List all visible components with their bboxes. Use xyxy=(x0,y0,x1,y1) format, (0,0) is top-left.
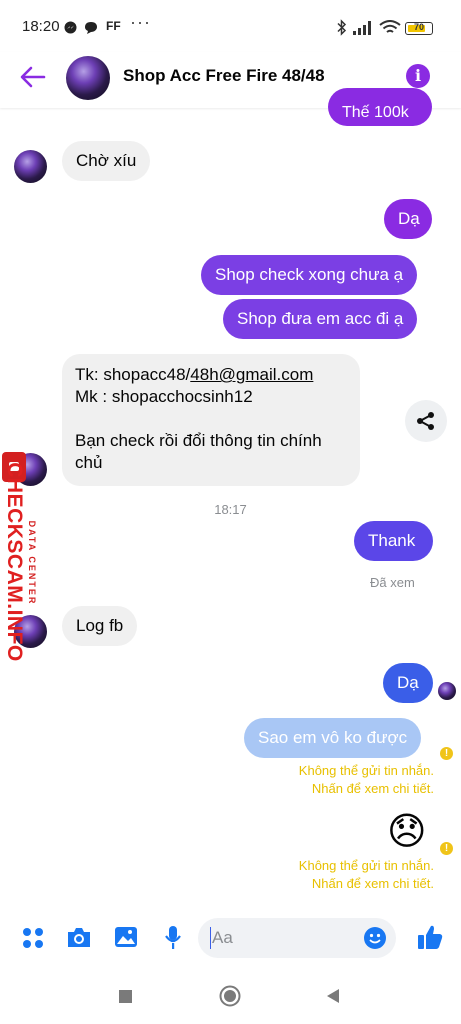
thumbs-up-icon[interactable] xyxy=(416,923,444,951)
message-bubble[interactable]: Log fb xyxy=(62,606,138,646)
message-bubble[interactable]: Chờ xíu xyxy=(62,141,151,181)
share-icon xyxy=(417,412,434,430)
signal-icon xyxy=(353,21,371,35)
text-caret xyxy=(210,927,211,949)
message-bubble[interactable]: Dạ xyxy=(383,663,433,703)
message-bubble[interactable]: Thank xyxy=(354,521,433,561)
message-line: Bạn check rồi đổi thông tin chính xyxy=(75,431,322,450)
microphone-icon[interactable] xyxy=(164,925,182,951)
status-more: ··· xyxy=(130,12,151,32)
password-text: Mk : shopacchocsinh12 xyxy=(75,387,253,406)
contact-avatar[interactable] xyxy=(66,56,110,100)
message-bubble[interactable]: Shop đưa em acc đi ạ xyxy=(223,299,418,339)
email-link[interactable]: 48h@gmail.com xyxy=(190,365,313,384)
wifi-icon xyxy=(379,20,401,33)
watermark-subtitle: DATA CENTER xyxy=(27,520,37,606)
status-time: 18:20 xyxy=(22,18,60,35)
back-button[interactable] xyxy=(325,988,341,1004)
warning-icon[interactable]: ! xyxy=(440,747,453,760)
message-bubble-multiline[interactable]: Tk: shopacc48/48h@gmail.com Mk : shopacc… xyxy=(62,354,360,486)
info-icon[interactable]: i xyxy=(406,64,430,88)
camera-icon[interactable] xyxy=(66,926,92,948)
chat-title[interactable]: Shop Acc Free Fire 48/48 xyxy=(123,66,325,86)
back-arrow-icon[interactable] xyxy=(20,66,46,88)
send-failed-notice[interactable]: Không thể gửi tin nhắn. Nhấn để xem chi … xyxy=(270,762,434,798)
battery-icon: 70 xyxy=(405,22,433,35)
messenger-icon xyxy=(64,21,77,34)
message-bubble[interactable]: Shop check xong chưa ạ xyxy=(201,255,418,295)
message-bubble[interactable]: Thế 100k xyxy=(328,88,432,126)
message-input[interactable]: Aa xyxy=(198,918,396,958)
read-receipt-avatar xyxy=(438,682,456,700)
watermark: DATA CENTER CHECKSCAM.INFO xyxy=(2,450,46,670)
message-input-placeholder: Aa xyxy=(212,928,233,947)
emoji-message[interactable]: 😞 xyxy=(387,810,427,854)
status-ff: FF xyxy=(106,19,121,33)
tap-details-text: Nhấn để xem chi tiết. xyxy=(311,876,434,891)
gallery-icon[interactable] xyxy=(114,926,138,948)
battery-percent: 70 xyxy=(413,22,424,32)
emoji-icon[interactable] xyxy=(364,927,386,949)
bluetooth-icon xyxy=(337,19,347,36)
warning-icon[interactable]: ! xyxy=(440,842,453,855)
status-bar: 18:20 FF ··· 70 xyxy=(0,0,461,52)
send-failed-text: Không thể gửi tin nhắn. xyxy=(298,858,434,873)
watermark-title: CHECKSCAM.INFO xyxy=(3,462,26,662)
send-failed-notice[interactable]: Không thể gửi tin nhắn. Nhấn để xem chi … xyxy=(270,857,434,893)
recents-button[interactable] xyxy=(119,990,132,1003)
account-text: Tk: shopacc48/ xyxy=(75,365,191,384)
chat-bubble-icon xyxy=(85,22,97,34)
message-line: Tk: shopacc48/48h@gmail.com xyxy=(75,364,347,386)
apps-grid-icon[interactable] xyxy=(22,927,44,949)
share-button[interactable] xyxy=(405,400,447,442)
system-nav-bar xyxy=(0,968,461,1024)
home-button[interactable] xyxy=(219,985,241,1007)
composer-bar: Aa xyxy=(0,908,461,968)
seen-status: Đã xem xyxy=(370,575,415,590)
message-line: chủ xyxy=(75,453,103,472)
time-divider: 18:17 xyxy=(214,502,247,517)
message-bubble[interactable]: Dạ xyxy=(384,199,432,239)
sender-avatar xyxy=(14,150,47,183)
tap-details-text: Nhấn để xem chi tiết. xyxy=(311,781,434,796)
failed-message-bubble[interactable]: Sao em vô ko được xyxy=(244,718,422,758)
send-failed-text: Không thể gửi tin nhắn. xyxy=(298,763,434,778)
